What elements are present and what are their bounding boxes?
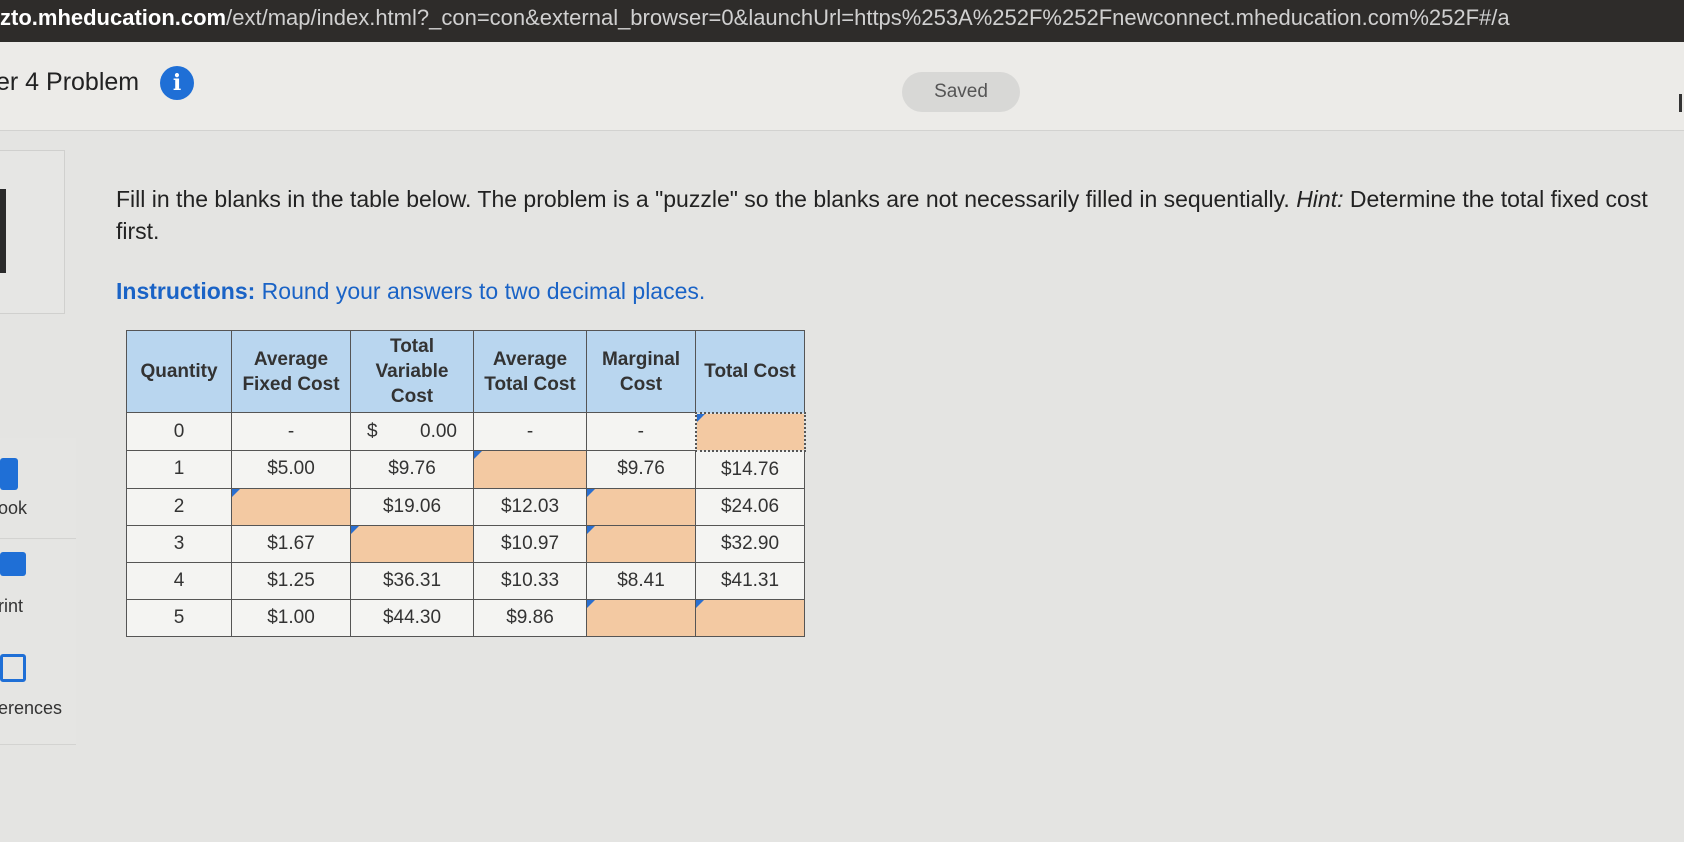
saved-status-badge: Saved (902, 72, 1020, 112)
cell-afc: $1.67 (231, 524, 351, 563)
sidebar-item-label: rint (0, 596, 24, 616)
cell-tc: $14.76 (695, 450, 805, 489)
col-header-afc: Average Fixed Cost (231, 330, 351, 413)
cell-quantity: 2 (126, 487, 232, 526)
cell-tc: $24.06 (695, 487, 805, 526)
scroll-marker (1679, 94, 1682, 112)
print-icon (0, 552, 26, 576)
cell-tvc: $36.31 (350, 561, 474, 600)
table-row: 3 $1.67 $10.97 $32.90 (126, 524, 805, 563)
url-host: zto.mheducation.com (0, 5, 227, 30)
url-path: /ext/map/index.html?_con=con&external_br… (226, 5, 1510, 30)
problem-content: Fill in the blanks in the table below. T… (72, 150, 1684, 800)
hint-label: Hint: (1296, 186, 1344, 212)
prompt-text: Fill in the blanks in the table below. T… (116, 186, 1297, 212)
problem-header: er 4 Problem i Saved (0, 42, 1684, 131)
cell-atc: - (473, 412, 587, 451)
cell-tvc: $19.06 (350, 487, 474, 526)
book-icon (0, 458, 18, 490)
cell-tvc: $44.30 (350, 598, 474, 637)
info-icon[interactable]: i (160, 66, 194, 100)
sidebar-item-print[interactable]: rint (0, 540, 76, 641)
cost-table: Quantity Average Fixed Cost Total Variab… (126, 330, 806, 637)
cell-tvc: $9.76 (350, 450, 474, 489)
col-header-atc: Average Total Cost (473, 330, 587, 413)
cell-afc: $1.25 (231, 561, 351, 600)
col-header-mc: Marginal Cost (586, 330, 696, 413)
sidebar: ook rint erences (0, 150, 80, 800)
cell-atc: $10.33 (473, 561, 587, 600)
cell-tvc-value: 0.00 (420, 420, 457, 442)
cell-atc: $10.97 (473, 524, 587, 563)
input-afc-q2[interactable] (231, 487, 351, 526)
col-header-quantity: Quantity (126, 330, 232, 413)
cell-afc: $1.00 (231, 598, 351, 637)
cell-tvc: $0.00 (350, 412, 474, 451)
table-row: 1 $5.00 $9.76 $9.76 $14.76 (126, 450, 805, 489)
cell-mc: $8.41 (586, 561, 696, 600)
cell-quantity: 1 (126, 450, 232, 489)
input-mc-q2[interactable] (586, 487, 696, 526)
sidebar-item-label: erences (0, 698, 63, 718)
cell-quantity: 3 (126, 524, 232, 563)
instructions-label: Instructions: (116, 278, 256, 304)
input-tc-q5[interactable] (695, 598, 805, 637)
problem-prompt: Fill in the blanks in the table below. T… (116, 183, 1676, 247)
table-row: 5 $1.00 $44.30 $9.86 (126, 598, 805, 637)
browser-address-bar[interactable]: zto.mheducation.com/ext/map/index.html?_… (0, 0, 1684, 42)
cell-quantity: 4 (126, 561, 232, 600)
table-row: 0 - $0.00 - - (126, 411, 806, 452)
input-tc-q0[interactable] (694, 411, 806, 452)
col-header-tvc: Total Variable Cost (350, 330, 474, 413)
input-mc-q5[interactable] (586, 598, 696, 637)
col-header-tc: Total Cost (695, 330, 805, 413)
cell-quantity: 0 (126, 412, 232, 451)
cell-afc: $5.00 (231, 450, 351, 489)
cell-atc: $12.03 (473, 487, 587, 526)
cell-quantity: 5 (126, 598, 232, 637)
input-atc-q1[interactable] (473, 450, 587, 489)
sidebar-item-references[interactable]: erences (0, 640, 76, 745)
cell-tc: $41.31 (695, 561, 805, 600)
table-header-row: Quantity Average Fixed Cost Total Variab… (126, 330, 805, 413)
cell-tc: $32.90 (695, 524, 805, 563)
sidebar-item-ebook[interactable]: ook (0, 438, 76, 539)
cell-mc: - (586, 412, 696, 451)
references-icon (0, 654, 26, 682)
sidebar-nav-panel[interactable] (0, 150, 65, 314)
sidebar-item-label: ook (0, 498, 28, 518)
input-tvc-q3[interactable] (350, 524, 474, 563)
cell-mc: $9.76 (586, 450, 696, 489)
cell-atc: $9.86 (473, 598, 587, 637)
cell-afc: - (231, 412, 351, 451)
table-row: 2 $19.06 $12.03 $24.06 (126, 487, 805, 526)
cell-tvc-symbol: $ (367, 420, 378, 442)
page-title: er 4 Problem (0, 68, 140, 96)
instructions: Instructions: Round your answers to two … (116, 278, 705, 305)
instructions-text: Round your answers to two decimal places… (255, 278, 706, 304)
input-mc-q3[interactable] (586, 524, 696, 563)
sidebar-active-indicator (0, 189, 6, 273)
table-row: 4 $1.25 $36.31 $10.33 $8.41 $41.31 (126, 561, 805, 600)
